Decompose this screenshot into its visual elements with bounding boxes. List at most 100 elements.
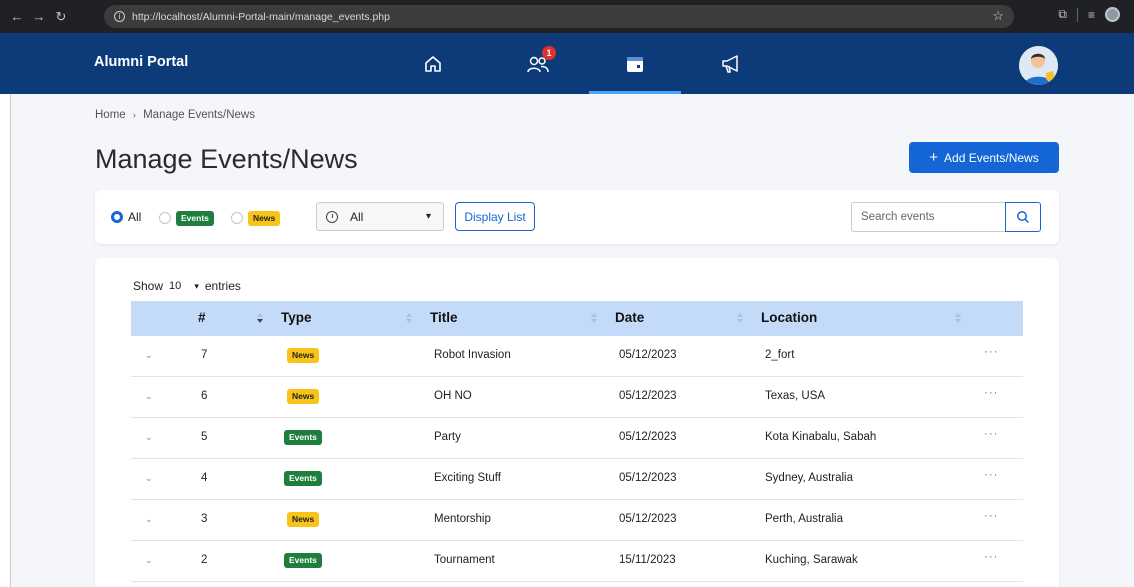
row-title: Exciting Stuff <box>434 472 501 484</box>
row-date: 05/12/2023 <box>619 431 677 443</box>
column-header-number[interactable]: # <box>198 310 206 325</box>
type-tag: Events <box>284 553 322 568</box>
table-row[interactable]: ⌄ 5 Events Party 05/12/2023 Kota Kinabal… <box>131 418 1023 459</box>
breadcrumb-chevron-icon: › <box>132 110 136 120</box>
more-actions-icon[interactable]: ··· <box>984 346 999 358</box>
address-bar[interactable]: i http://localhost/Alumni-Portal-main/ma… <box>104 5 1014 28</box>
notification-badge: 1 <box>542 46 556 60</box>
show-label: Show <box>133 279 164 293</box>
table-row[interactable]: ⌄ 3 News Mentorship 05/12/2023 Perth, Au… <box>131 500 1023 541</box>
forward-arrow-icon[interactable]: → <box>28 6 50 28</box>
extensions-icon[interactable]: ⧉ <box>1058 7 1067 22</box>
radio-news[interactable]: News <box>231 210 281 226</box>
toolbar-divider <box>1076 7 1078 22</box>
sort-icon[interactable] <box>406 313 412 324</box>
breadcrumb-current: Manage Events/News <box>143 109 255 121</box>
events-table-card: Show 10 ▾ entries # Type Title Date Loca… <box>95 258 1059 587</box>
nav-home[interactable] <box>387 47 479 94</box>
news-tag: News <box>248 211 281 226</box>
events-tag: Events <box>176 211 214 226</box>
breadcrumb-home[interactable]: Home <box>95 109 126 121</box>
time-filter-value: All <box>350 209 364 224</box>
time-filter-select[interactable]: All ▾ <box>316 202 444 231</box>
home-icon <box>425 56 441 72</box>
more-actions-icon[interactable]: ··· <box>984 510 999 522</box>
radio-all-dot[interactable] <box>111 211 123 223</box>
row-number: 2 <box>201 554 208 566</box>
add-events-label: Add Events/News <box>944 150 1039 165</box>
bookmark-star-icon[interactable]: ☆ <box>992 8 1004 24</box>
expand-chevron-icon[interactable]: ⌄ <box>145 555 153 566</box>
type-tag: News <box>287 512 320 527</box>
page-length-select[interactable]: 10 ▾ <box>169 280 199 292</box>
type-tag: News <box>287 389 320 404</box>
user-avatar[interactable] <box>1019 46 1058 85</box>
add-events-button[interactable]: + Add Events/News <box>909 142 1059 173</box>
radio-events-dot[interactable] <box>159 212 171 224</box>
column-header-type[interactable]: Type <box>281 310 312 325</box>
more-actions-icon[interactable]: ··· <box>984 428 999 440</box>
row-title: Robot Invasion <box>434 349 511 361</box>
back-arrow-icon[interactable]: ← <box>6 6 28 28</box>
page-length-control: Show 10 ▾ entries <box>133 279 241 293</box>
expand-chevron-icon[interactable]: ⌄ <box>145 432 153 443</box>
sort-desc-icon[interactable] <box>257 313 263 324</box>
row-number: 5 <box>201 431 208 443</box>
radio-all[interactable]: All <box>111 210 141 224</box>
expand-chevron-icon[interactable]: ⌄ <box>145 473 153 484</box>
more-actions-icon[interactable]: ··· <box>984 387 999 399</box>
table-row[interactable]: ⌄ 6 News OH NO 05/12/2023 Texas, USA ··· <box>131 377 1023 418</box>
expand-chevron-icon[interactable]: ⌄ <box>145 514 153 525</box>
column-header-date[interactable]: Date <box>615 310 644 325</box>
search-button[interactable] <box>1005 202 1041 232</box>
plus-icon: + <box>929 148 939 166</box>
nav-events[interactable] <box>589 47 681 94</box>
type-tag: Events <box>284 430 322 445</box>
table-row[interactable]: ⌄ 7 News Robot Invasion 05/12/2023 2_for… <box>131 336 1023 377</box>
browser-toolbar: ← → ↻ i http://localhost/Alumni-Portal-m… <box>0 0 1134 33</box>
chevron-down-icon: ▾ <box>425 211 431 222</box>
url-text: http://localhost/Alumni-Portal-main/mana… <box>132 10 390 23</box>
display-list-button[interactable]: Display List <box>455 202 535 231</box>
radio-all-label: All <box>128 210 142 224</box>
row-date: 05/12/2023 <box>619 472 677 484</box>
expand-chevron-icon[interactable]: ⌄ <box>145 350 153 361</box>
site-info-icon[interactable]: i <box>114 11 125 22</box>
row-title: Mentorship <box>434 513 491 525</box>
entries-label: entries <box>204 279 241 293</box>
filter-bar: All Events News All ▾ Display List Searc… <box>95 190 1059 244</box>
main-content: Home › Manage Events/News Manage Events/… <box>10 94 1134 587</box>
reading-list-icon[interactable]: ≡ <box>1088 8 1095 22</box>
row-location: Perth, Australia <box>765 513 843 525</box>
column-header-location[interactable]: Location <box>761 310 817 325</box>
row-date: 05/12/2023 <box>619 349 677 361</box>
breadcrumb: Home › Manage Events/News <box>95 109 255 121</box>
sort-icon[interactable] <box>955 313 961 324</box>
sort-icon[interactable] <box>737 313 743 324</box>
sort-icon[interactable] <box>591 313 597 324</box>
more-actions-icon[interactable]: ··· <box>984 551 999 563</box>
brand-title[interactable]: Alumni Portal <box>94 54 188 70</box>
type-tag: Events <box>284 471 322 486</box>
radio-news-dot[interactable] <box>231 212 243 224</box>
search-input[interactable]: Search events <box>851 202 1005 232</box>
browser-profile-icon[interactable] <box>1105 7 1120 22</box>
row-number: 7 <box>201 349 208 361</box>
nav-alumni[interactable]: 1 <box>492 46 584 94</box>
column-header-title[interactable]: Title <box>430 310 458 325</box>
reload-icon[interactable]: ↻ <box>50 6 72 28</box>
type-tag: News <box>287 348 320 363</box>
row-location: Texas, USA <box>765 390 826 402</box>
table-header: # Type Title Date Location <box>131 301 1023 336</box>
clock-icon <box>326 210 338 223</box>
row-title: Tournament <box>434 554 495 566</box>
expand-chevron-icon[interactable]: ⌄ <box>145 391 153 402</box>
more-actions-icon[interactable]: ··· <box>984 469 999 481</box>
nav-announcements[interactable] <box>685 47 777 94</box>
row-location: 2_fort <box>765 349 795 361</box>
row-number: 6 <box>201 390 208 402</box>
table-row[interactable]: ⌄ 2 Events Tournament 15/11/2023 Kuching… <box>131 541 1023 582</box>
radio-events[interactable]: Events <box>159 210 214 226</box>
calendar-icon <box>627 57 643 72</box>
table-row[interactable]: ⌄ 4 Events Exciting Stuff 05/12/2023 Syd… <box>131 459 1023 500</box>
